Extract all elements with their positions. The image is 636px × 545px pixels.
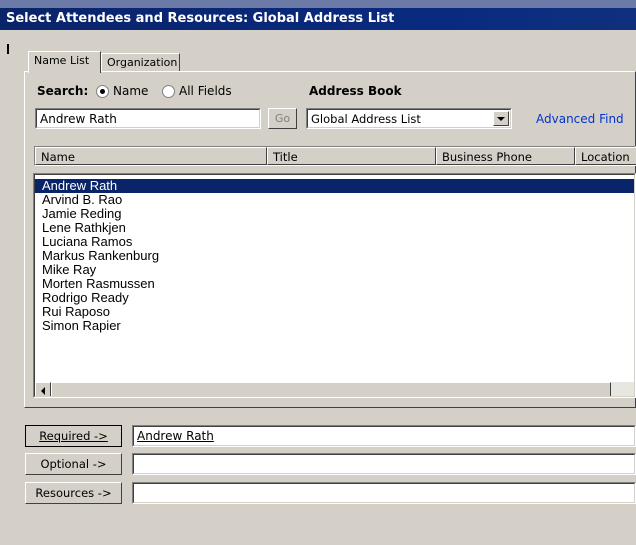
- title-bar-top-edge: [0, 0, 636, 8]
- edge-mark: [7, 44, 9, 54]
- list-item[interactable]: Morten Rasmussen: [35, 277, 634, 291]
- list-item[interactable]: Lene Rathkjen: [35, 221, 634, 235]
- resources-field[interactable]: [133, 483, 635, 503]
- advanced-find-link[interactable]: Advanced Find: [536, 112, 624, 126]
- list-item[interactable]: Rui Raposo: [35, 305, 634, 319]
- column-header-title[interactable]: Title: [267, 147, 436, 165]
- search-input-frame: Andrew Rath: [35, 108, 261, 129]
- list-item[interactable]: Andrew Rath: [35, 179, 634, 193]
- column-header-frame: Name Title Business Phone Location: [34, 146, 636, 166]
- optional-button[interactable]: Optional ->: [25, 453, 122, 475]
- radio-name-label: Name: [113, 84, 149, 98]
- people-list-frame: Andrew Rath Arvind B. Rao Jamie Reding L…: [33, 173, 636, 398]
- tab-name-list-label: Name List: [34, 54, 90, 67]
- chevron-down-icon[interactable]: [493, 111, 509, 126]
- radio-all-fields[interactable]: [162, 85, 175, 98]
- required-field-frame: Andrew Rath: [132, 425, 636, 447]
- horizontal-scrollbar[interactable]: [35, 382, 634, 396]
- required-button-label: Required ->: [39, 429, 108, 443]
- search-name-radio[interactable]: Name: [96, 84, 148, 98]
- resources-button[interactable]: Resources ->: [25, 482, 122, 504]
- address-book-value: Global Address List: [307, 109, 511, 128]
- search-all-fields-radio[interactable]: All Fields: [162, 84, 232, 98]
- column-header-name[interactable]: Name: [35, 147, 267, 165]
- people-list[interactable]: Andrew Rath Arvind B. Rao Jamie Reding L…: [34, 174, 635, 397]
- list-item[interactable]: Mike Ray: [35, 263, 634, 277]
- scroll-left-button[interactable]: [35, 382, 51, 396]
- search-input[interactable]: Andrew Rath: [36, 109, 260, 128]
- required-attendee[interactable]: Andrew Rath: [137, 429, 214, 443]
- list-item[interactable]: Markus Rankenburg: [35, 249, 634, 263]
- list-item[interactable]: Luciana Ramos: [35, 235, 634, 249]
- list-item[interactable]: Arvind B. Rao: [35, 193, 634, 207]
- list-item[interactable]: Jamie Reding: [35, 207, 634, 221]
- column-header-business-phone[interactable]: Business Phone: [436, 147, 575, 165]
- tab-organization[interactable]: Organization: [101, 53, 180, 71]
- list-item[interactable]: Rodrigo Ready: [35, 291, 634, 305]
- column-header-location[interactable]: Location: [575, 147, 636, 165]
- chevron-left-icon: [41, 387, 45, 395]
- tab-organization-label: Organization: [107, 56, 178, 69]
- search-label: Search:: [37, 84, 89, 98]
- radio-all-fields-label: All Fields: [179, 84, 232, 98]
- resources-field-frame: [132, 482, 636, 504]
- tab-name-list[interactable]: Name List: [28, 51, 101, 73]
- address-book-label: Address Book: [309, 84, 402, 98]
- scrollbar-thumb[interactable]: [51, 382, 611, 396]
- list-item[interactable]: Simon Rapier: [35, 319, 634, 333]
- optional-field[interactable]: [133, 454, 635, 474]
- optional-field-frame: [132, 453, 636, 475]
- address-book-combo[interactable]: Global Address List: [306, 108, 512, 129]
- radio-name[interactable]: [96, 85, 109, 98]
- required-button[interactable]: Required ->: [25, 425, 122, 447]
- dialog-title: Select Attendees and Resources: Global A…: [0, 8, 636, 30]
- go-button[interactable]: Go: [268, 108, 297, 129]
- required-field[interactable]: Andrew Rath: [133, 426, 635, 446]
